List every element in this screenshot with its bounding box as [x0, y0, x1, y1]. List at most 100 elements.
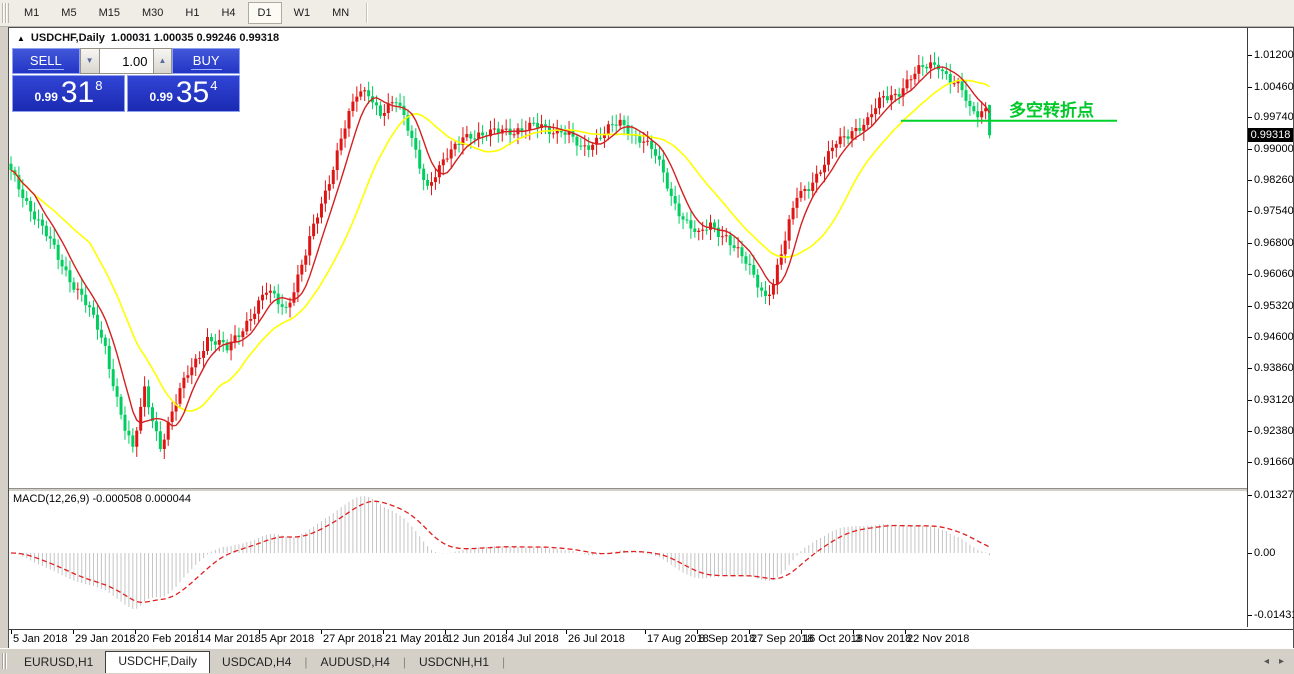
timeframe-toolbar: M1 M5 M15 M30 H1 H4 D1 W1 MN — [0, 0, 1294, 27]
chart-symbol-label: USDCHF,Daily — [30, 32, 105, 44]
macd-axis-label: -0.01431 — [1254, 609, 1294, 621]
date-axis-label: 12 Jun 2018 — [447, 633, 508, 645]
chart-tab-audusd-h4[interactable]: AUDUSD,H4 — [309, 653, 402, 672]
toolbar-grip-handle[interactable] — [2, 3, 9, 23]
price-axis-label: 0.98260 — [1254, 174, 1294, 186]
tab-scroll-right-icon[interactable]: ▸ — [1279, 656, 1284, 667]
date-axis-tick — [259, 630, 260, 634]
tabbar-grip-handle[interactable] — [2, 653, 8, 669]
price-axis-tick — [1248, 87, 1252, 88]
chart-title: ▲ USDCHF,Daily 1.00031 1.00035 0.99246 0… — [17, 32, 279, 44]
spinner-up-icon: ▲ — [158, 56, 167, 65]
date-axis-label: 5 Jan 2018 — [13, 633, 68, 645]
timeframe-button-d1[interactable]: D1 — [247, 2, 282, 24]
macd-indicator-label: MACD(12,26,9) -0.000508 0.000044 — [13, 493, 191, 505]
buy-quote[interactable]: 0.99 35 4 — [127, 75, 240, 112]
price-axis-tick — [1248, 337, 1252, 338]
price-axis-label: 0.94600 — [1254, 331, 1294, 343]
price-axis[interactable]: 1.01200 1.00460 0.99740 0.99000 0.98260 0.975… — [1247, 28, 1294, 627]
chart-window: ▲ USDCHF,Daily 1.00031 1.00035 0.99246 0… — [8, 27, 1294, 649]
date-axis-label: 14 Mar 2018 — [199, 633, 261, 645]
price-axis-tick — [1248, 431, 1252, 432]
current-price-tag: 0.99318 — [1248, 128, 1293, 142]
sell-price-pip: 8 — [95, 78, 103, 93]
date-axis-tick — [853, 630, 854, 634]
date-axis-label: 29 Jan 2018 — [75, 633, 136, 645]
price-axis-label: 1.00460 — [1254, 81, 1294, 93]
price-axis-tick — [1248, 243, 1252, 244]
date-axis-tick — [506, 630, 507, 634]
timeframe-button-m30[interactable]: M30 — [132, 2, 173, 24]
tab-separator: | — [502, 655, 506, 669]
date-axis-tick — [321, 630, 322, 634]
macd-axis-label: 0.00 — [1254, 547, 1276, 559]
timeframe-button-h1[interactable]: H1 — [175, 2, 209, 24]
macd-axis-tick — [1248, 495, 1252, 496]
date-axis-label: 16 Oct 2018 — [803, 633, 863, 645]
date-axis-label: 27 Apr 2018 — [323, 633, 383, 645]
price-axis-tick — [1248, 117, 1252, 118]
price-axis-label: 0.99740 — [1254, 111, 1294, 123]
date-axis-tick — [645, 630, 646, 634]
price-axis-tick — [1248, 400, 1252, 401]
date-axis-tick — [135, 630, 136, 634]
one-click-toggle-icon[interactable]: ▲ — [17, 34, 25, 43]
date-axis-tick — [383, 630, 384, 634]
date-axis-label: 8 Sep 2018 — [699, 633, 756, 645]
price-axis-tick — [1248, 149, 1252, 150]
timeframe-button-h4[interactable]: H4 — [211, 2, 245, 24]
timeframe-button-mn[interactable]: MN — [322, 2, 359, 24]
date-axis-label: 5 Apr 2018 — [261, 633, 315, 645]
date-axis[interactable]: 5 Jan 2018 29 Jan 2018 20 Feb 2018 14 Mar 2… — [9, 629, 1293, 648]
chart-ohlc-values: 1.00031 1.00035 0.99246 0.99318 — [110, 32, 280, 44]
volume-decrease-button[interactable]: ▼ — [79, 48, 100, 74]
date-axis-label: 21 May 2018 — [385, 633, 449, 645]
buy-button[interactable]: BUY — [172, 48, 240, 74]
price-axis-label: 0.96060 — [1254, 268, 1294, 280]
buy-price-main: 35 — [175, 76, 210, 109]
sell-button[interactable]: SELL — [12, 48, 80, 74]
chart-tab-usdchf-daily[interactable]: USDCHF,Daily — [105, 651, 211, 673]
timeframe-button-m15[interactable]: M15 — [89, 2, 130, 24]
date-axis-tick — [445, 630, 446, 634]
price-axis-tick — [1248, 211, 1252, 212]
annotation-label[interactable]: 多空转折点 — [1009, 100, 1094, 120]
tab-scroll-left-icon[interactable]: ◂ — [1264, 656, 1269, 667]
timeframe-button-m5[interactable]: M5 — [51, 2, 86, 24]
price-axis-tick — [1248, 180, 1252, 181]
date-axis-tick — [749, 630, 750, 634]
date-axis-tick — [11, 630, 12, 634]
date-axis-label: 26 Jul 2018 — [568, 633, 625, 645]
chart-tab-usdcnh-h1[interactable]: USDCNH,H1 — [407, 653, 501, 672]
macd-axis-label: 0.01327 — [1254, 489, 1294, 501]
date-axis-label: 3 Nov 2018 — [855, 633, 912, 645]
chart-tab-eurusd-h1[interactable]: EURUSD,H1 — [12, 653, 105, 672]
price-axis-label: 0.92380 — [1254, 425, 1294, 437]
date-axis-label: 22 Nov 2018 — [907, 633, 970, 645]
price-axis-label: 0.99000 — [1254, 143, 1294, 155]
timeframe-button-m1[interactable]: M1 — [14, 2, 49, 24]
buy-price-pip: 4 — [210, 78, 218, 93]
date-axis-label: 4 Jul 2018 — [508, 633, 559, 645]
chart-tab-usdcad-h4[interactable]: USDCAD,H4 — [210, 653, 303, 672]
timeframe-button-w1[interactable]: W1 — [284, 2, 321, 24]
price-axis-label: 0.97540 — [1254, 205, 1294, 217]
buy-price-prefix: 0.99 — [149, 90, 173, 104]
spinner-down-icon: ▼ — [85, 56, 94, 65]
date-axis-tick — [697, 630, 698, 634]
one-click-trade-panel: SELL ▼ ▲ BUY 0.99318 0.99354 — [12, 48, 240, 112]
sell-quote[interactable]: 0.99 31 8 — [12, 75, 125, 112]
mt4-terminal: M1 M5 M15 M30 H1 H4 D1 W1 MN ▲ USDCHF,Daily 1.00… — [0, 0, 1294, 674]
sell-price-main: 31 — [60, 76, 95, 109]
price-axis-tick — [1248, 55, 1252, 56]
macd-pane[interactable]: MACD(12,26,9) -0.000508 0.000044 — [9, 491, 1246, 627]
macd-axis-tick — [1248, 553, 1252, 554]
volume-input[interactable] — [99, 48, 153, 74]
price-axis-tick — [1248, 462, 1252, 463]
chart-tab-bar: EURUSD,H1 USDCHF,Daily USDCAD,H4 | AUDUSD,H4… — [0, 648, 1294, 674]
volume-increase-button[interactable]: ▲ — [152, 48, 173, 74]
price-axis-tick — [1248, 368, 1252, 369]
price-axis-tick — [1248, 274, 1252, 275]
toolbar-separator — [366, 3, 368, 23]
timeframe-buttons: M1 M5 M15 M30 H1 H4 D1 W1 MN — [13, 2, 360, 24]
